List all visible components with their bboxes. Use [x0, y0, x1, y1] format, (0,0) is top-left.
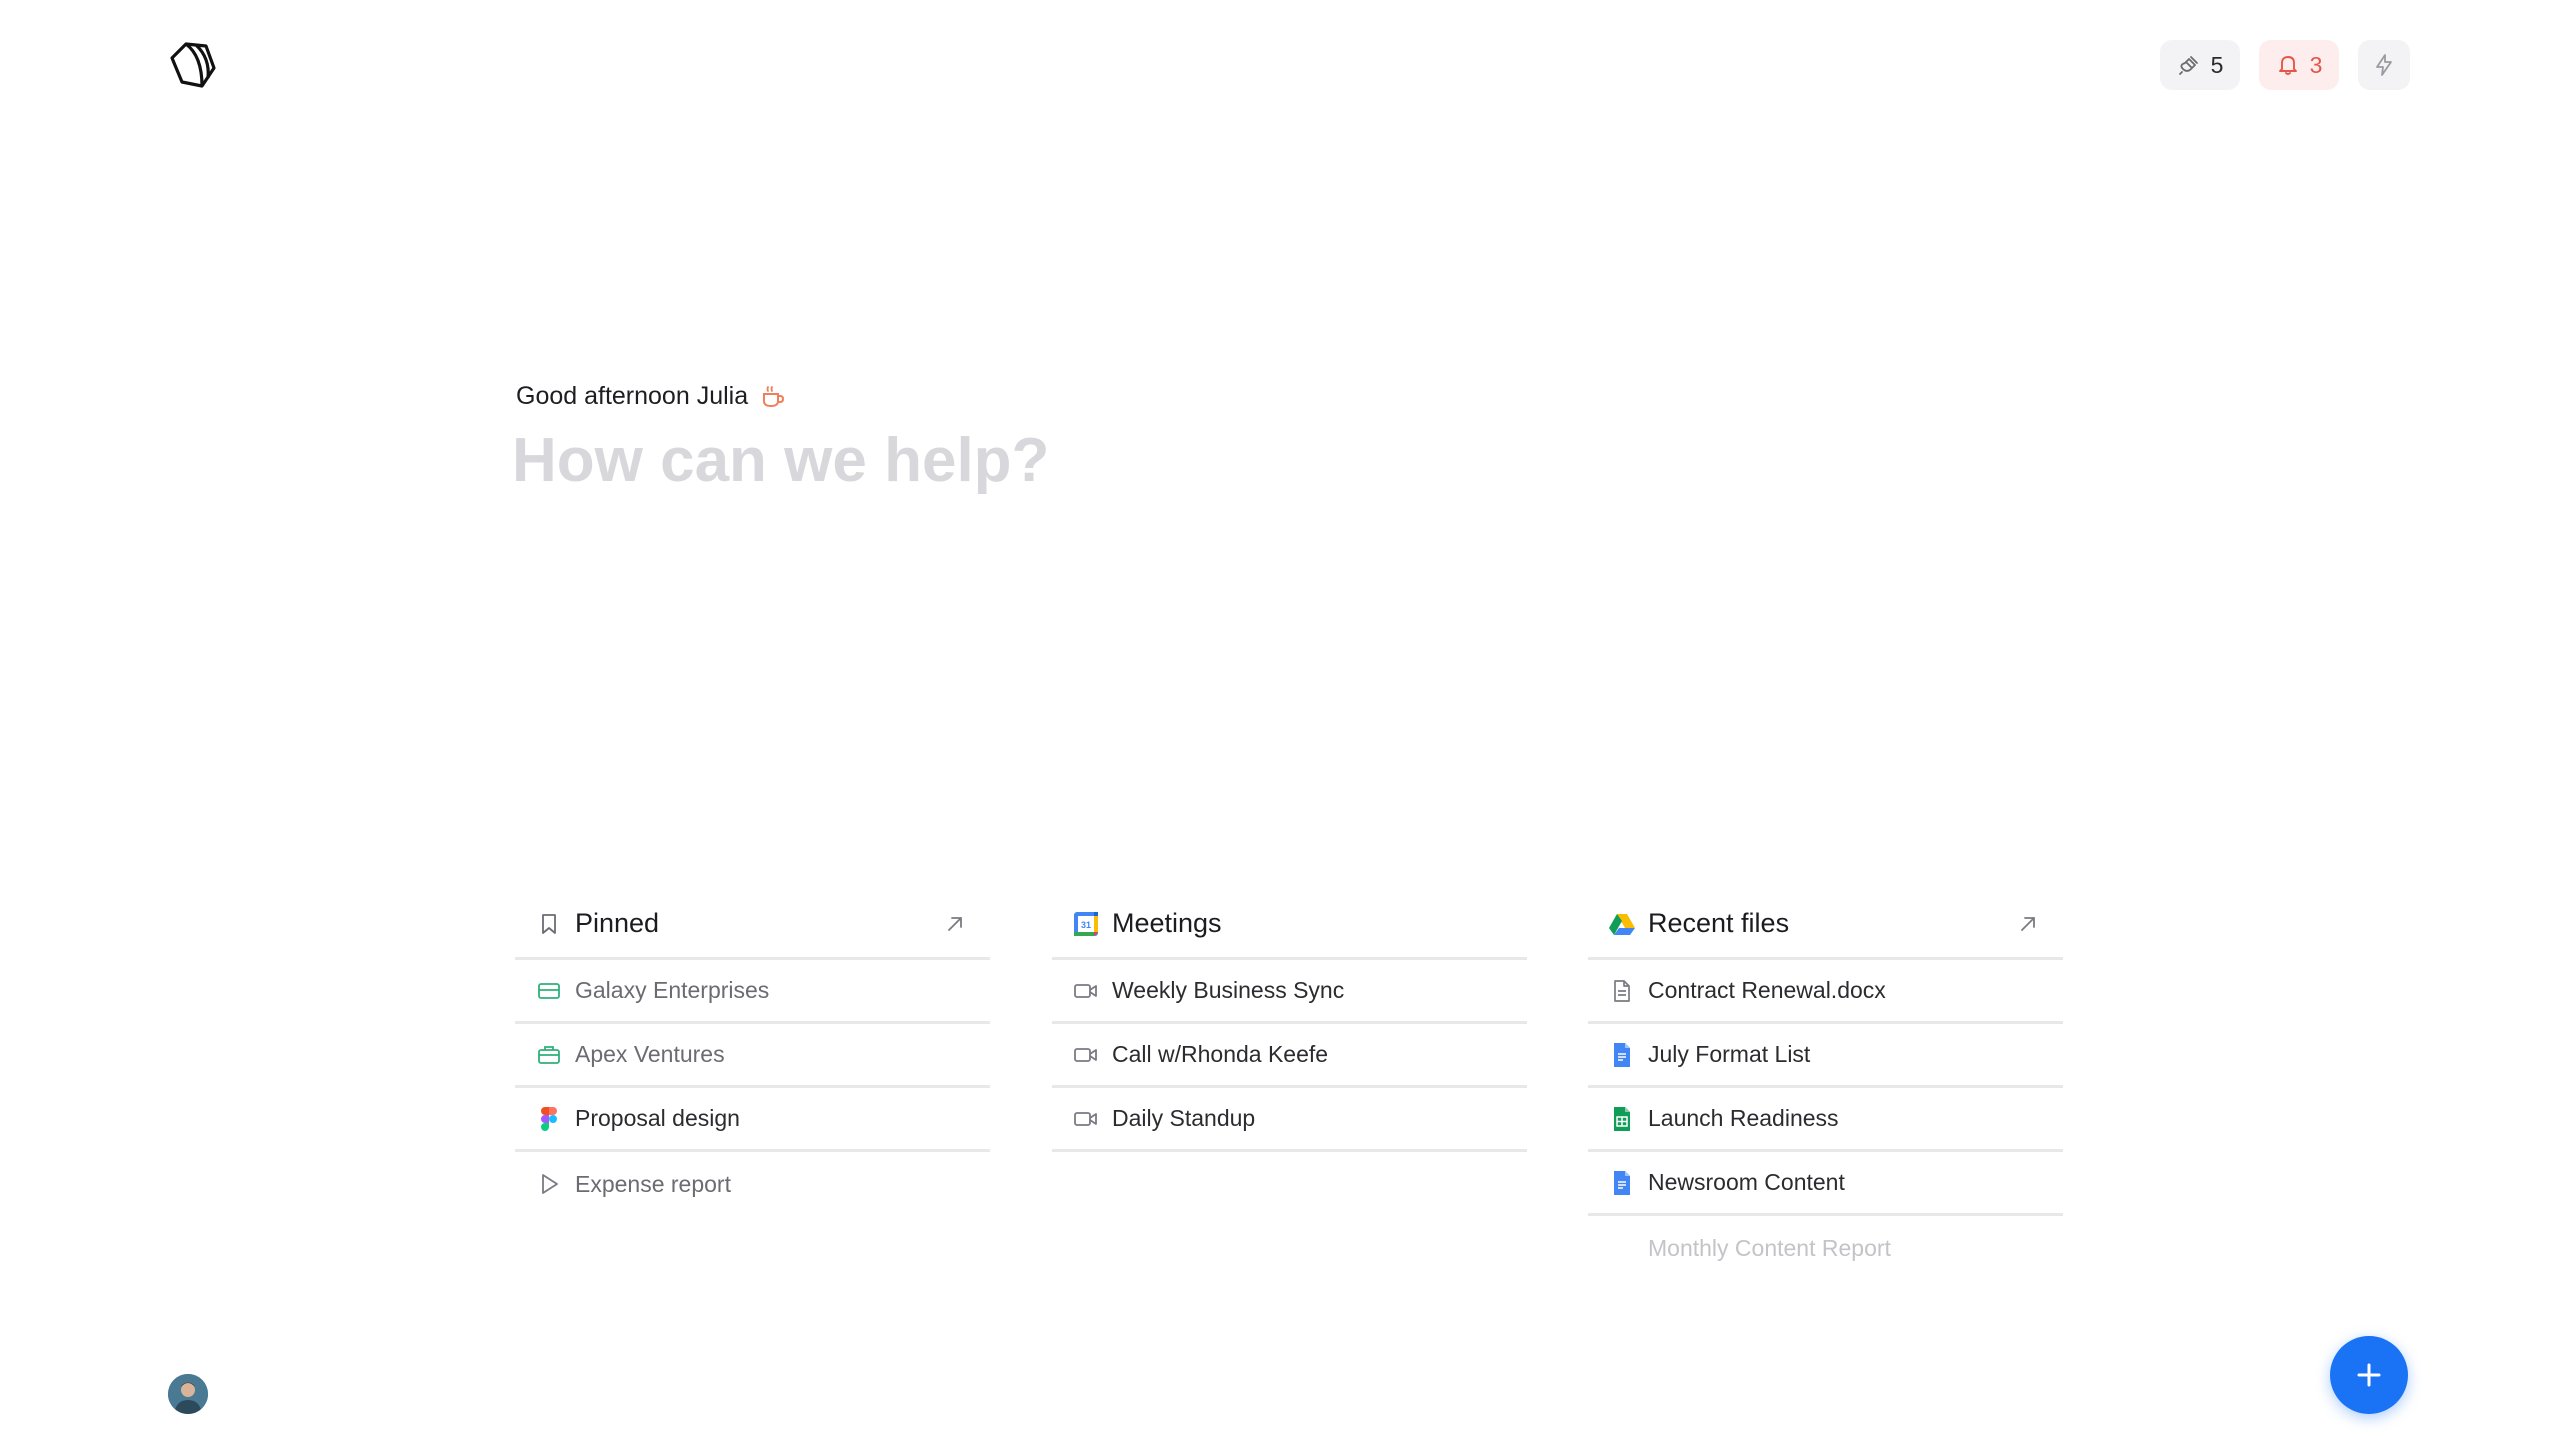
avatar-icon [168, 1374, 208, 1414]
pinned-item-label: Expense report [575, 1170, 731, 1197]
greeting-text: Good afternoon Julia [516, 382, 749, 410]
header-actions: 5 3 [2160, 40, 2410, 90]
meeting-item-label: Call w/Rhonda Keefe [1112, 1041, 1329, 1067]
google-docs-icon [1608, 1169, 1636, 1197]
meetings-panel: 31 Meetings Weekly Business Sync Call w/… [1052, 890, 1527, 1152]
open-pinned-arrow-icon[interactable] [944, 913, 966, 935]
meeting-item[interactable]: Weekly Business Sync [1052, 960, 1527, 1024]
quick-actions-button[interactable] [2358, 40, 2410, 90]
plugins-count: 5 [2210, 51, 2224, 78]
notifications-count: 3 [2309, 51, 2323, 78]
pinned-title: Pinned [575, 908, 660, 938]
file-item[interactable]: Launch Readiness [1588, 1088, 2063, 1152]
figma-icon [535, 1105, 563, 1133]
app-logo[interactable] [166, 38, 220, 92]
coffee-icon [763, 385, 785, 407]
play-icon [535, 1170, 563, 1198]
meetings-header: 31 Meetings [1052, 890, 1527, 960]
pinned-item-label: Proposal design [575, 1105, 740, 1131]
file-item[interactable]: Monthly Content Report [1588, 1216, 2063, 1280]
pinned-item[interactable]: Expense report [515, 1152, 990, 1216]
file-item-label: July Format List [1648, 1041, 1811, 1067]
home-page: 5 3 Good afternoon Julia Pinne [0, 0, 2560, 1440]
file-item-label: Launch Readiness [1648, 1105, 1839, 1131]
video-icon [1072, 1041, 1100, 1069]
file-item[interactable]: July Format List [1588, 1024, 2063, 1088]
user-avatar[interactable] [168, 1374, 208, 1414]
pinned-item[interactable]: Apex Ventures [515, 1024, 990, 1088]
video-icon [1072, 977, 1100, 1005]
pinned-item-label: Galaxy Enterprises [575, 977, 770, 1003]
file-item-label: Newsroom Content [1648, 1169, 1845, 1195]
pinned-item-label: Apex Ventures [575, 1041, 725, 1067]
file-item[interactable]: Contract Renewal.docx [1588, 960, 2063, 1024]
greeting: Good afternoon Julia [516, 382, 786, 411]
pinned-item[interactable]: Proposal design [515, 1088, 990, 1152]
meeting-item[interactable]: Call w/Rhonda Keefe [1052, 1024, 1527, 1088]
recent-files-header: Recent files [1588, 890, 2063, 960]
plug-icon [2178, 56, 2198, 75]
new-item-button[interactable] [2330, 1336, 2408, 1414]
briefcase-icon [535, 1041, 563, 1069]
lightning-icon [2376, 54, 2392, 76]
open-recent-files-arrow-icon[interactable] [2017, 913, 2039, 935]
file-item-label: Monthly Content Report [1648, 1234, 1891, 1261]
google-calendar-icon: 31 [1072, 910, 1100, 938]
notifications-button[interactable]: 3 [2259, 40, 2339, 90]
plugins-button[interactable]: 5 [2160, 40, 2240, 90]
document-icon [1608, 977, 1636, 1005]
recent-files-panel: Recent files Contract Renewal.docx July … [1588, 890, 2063, 1280]
svg-text:31: 31 [1081, 920, 1091, 930]
file-item[interactable]: Newsroom Content [1588, 1152, 2063, 1216]
pinned-header: Pinned [515, 890, 990, 960]
help-prompt-input[interactable] [512, 420, 1712, 500]
meeting-item-label: Daily Standup [1112, 1105, 1256, 1131]
logo-icon [170, 42, 216, 88]
meeting-item-label: Weekly Business Sync [1112, 977, 1345, 1003]
meetings-title: Meetings [1112, 908, 1222, 938]
file-item-label: Contract Renewal.docx [1648, 977, 1886, 1003]
pinned-panel: Pinned Galaxy Enterprises Apex Ventures [515, 890, 990, 1216]
card-icon [535, 977, 563, 1005]
google-drive-icon [1608, 910, 1636, 938]
video-icon [1072, 1105, 1100, 1133]
bookmark-icon [535, 910, 563, 938]
google-docs-icon [1608, 1041, 1636, 1069]
plus-icon [2357, 1363, 2381, 1387]
bell-icon [2278, 56, 2297, 75]
recent-files-title: Recent files [1648, 908, 1790, 938]
meeting-item[interactable]: Daily Standup [1052, 1088, 1527, 1152]
pinned-item[interactable]: Galaxy Enterprises [515, 960, 990, 1024]
google-sheets-icon [1608, 1105, 1636, 1133]
